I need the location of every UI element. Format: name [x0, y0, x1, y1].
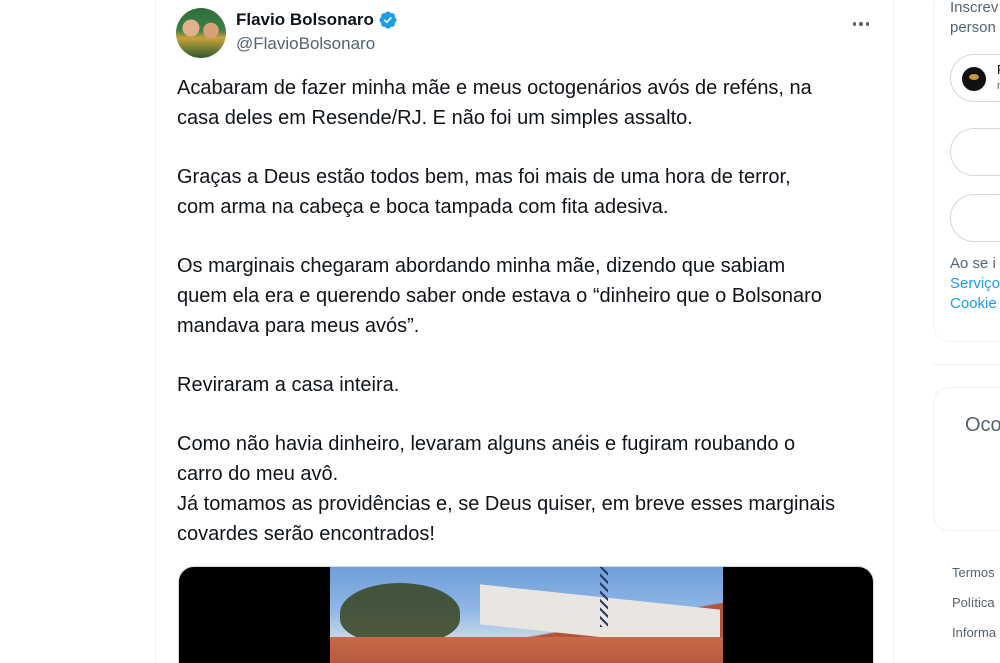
tweet-text: Acabaram de fazer minha mãe e meus octog… — [177, 77, 836, 545]
author-name-row: Flavio Bolsonaro — [236, 10, 398, 30]
author-display-name[interactable]: Flavio Bolsonaro — [236, 10, 374, 30]
tweet-column: Flavio Bolsonaro @FlavioBolsonaro Acabar… — [155, 0, 894, 663]
trends-card: Oco — [933, 387, 1000, 531]
signup-card: Inscrev person F n Ao se i Serviço Cooki… — [933, 0, 1000, 342]
video-thumbnail — [330, 567, 723, 663]
signup-line-2: person — [950, 19, 996, 36]
google-account-button[interactable]: F n — [950, 54, 1000, 102]
thumbnail-roof — [330, 637, 723, 663]
signup-apple-button[interactable] — [950, 128, 1000, 176]
create-account-button[interactable] — [950, 194, 1000, 242]
account-avatar — [962, 67, 986, 91]
terms-of-service-link[interactable]: Serviço — [950, 274, 1000, 294]
tweet-video[interactable] — [178, 566, 874, 663]
author-handle[interactable]: @FlavioBolsonaro — [236, 34, 375, 54]
footer-link-terms[interactable]: Termos — [952, 558, 996, 588]
terms-text: Ao se i Serviço Cookie — [950, 254, 1000, 314]
left-gutter — [0, 0, 155, 663]
thumbnail-tree — [340, 583, 460, 643]
thumbnail-crane — [600, 567, 608, 627]
signup-heading: Inscrev person — [950, 0, 998, 38]
right-sidebar: Inscrev person F n Ao se i Serviço Cooki… — [933, 0, 1000, 663]
tweet-header: Flavio Bolsonaro @FlavioBolsonaro — [176, 8, 876, 60]
trends-message: Oco — [965, 414, 1000, 436]
footer-link-info[interactable]: Informa — [952, 618, 996, 648]
author-avatar[interactable] — [176, 8, 226, 58]
more-options-icon[interactable] — [849, 12, 873, 36]
terms-intro: Ao se i — [950, 255, 996, 272]
signup-line-1: Inscrev — [950, 0, 999, 16]
cookie-policy-link[interactable]: Cookie — [950, 294, 1000, 314]
verified-badge-icon — [379, 11, 397, 29]
sidebar-divider — [933, 364, 1000, 365]
footer-link-privacy[interactable]: Política — [952, 588, 996, 618]
footer-links: Termos Política Informa — [952, 558, 996, 648]
